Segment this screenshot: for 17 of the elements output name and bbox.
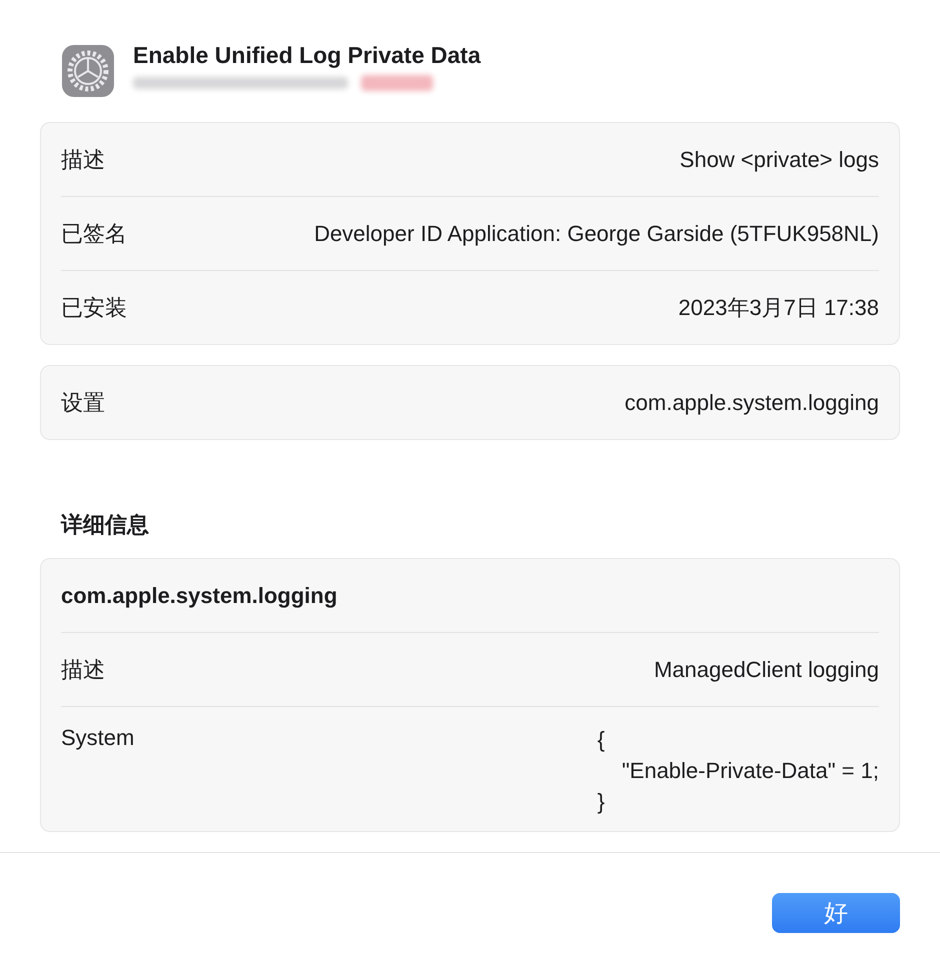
row-value: ManagedClient logging — [654, 656, 879, 682]
row-label: 已签名 — [61, 220, 127, 248]
row-label: System — [61, 725, 134, 751]
row-value: com.apple.system.logging — [624, 390, 879, 416]
row-label: 设置 — [61, 388, 105, 416]
row-value: 2023年3月7日 17:38 — [678, 294, 879, 322]
window-title: Enable Unified Log Private Data — [133, 42, 481, 69]
row-value: Developer ID Application: George Garside (5TFUK958NL) — [314, 220, 879, 246]
ok-button[interactable]: 好 — [772, 893, 900, 934]
row-label: 描述 — [61, 656, 105, 684]
payload-title: com.apple.system.logging — [61, 582, 338, 608]
row-value: { "Enable-Private-Data" = 1; } — [597, 726, 879, 816]
gear-icon — [61, 44, 115, 98]
row-value: Show <private> logs — [680, 146, 879, 172]
row-label: 描述 — [61, 146, 105, 174]
section-heading: 详细信息 — [61, 511, 150, 539]
row-label: 已安装 — [61, 294, 127, 322]
